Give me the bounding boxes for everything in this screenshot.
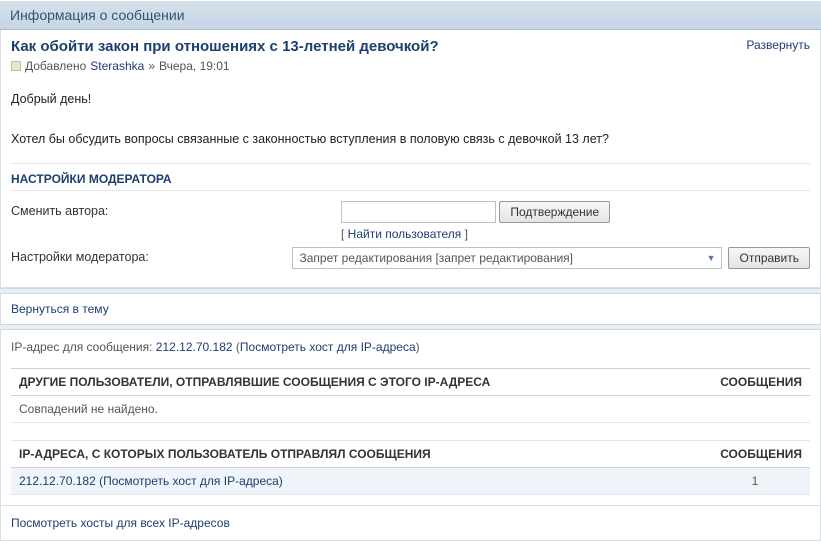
- moderator-block: НАСТРОЙКИ МОДЕРАТОРА Сменить автора: Под…: [11, 163, 810, 269]
- return-link[interactable]: Вернуться в тему: [11, 302, 109, 316]
- mod-settings-value: Запрет редактирования [запрет редактиров…: [299, 251, 573, 265]
- expand-link[interactable]: Развернуть: [746, 38, 810, 52]
- author-link[interactable]: Sterashka: [90, 59, 144, 73]
- table-row: 212.12.70.182 (Посмотреть хост для IP-ад…: [11, 468, 810, 495]
- all-hosts-link[interactable]: Посмотреть хосты для всех IP-адресов: [11, 516, 230, 530]
- user-ips-header: IP-АДРЕСА, С КОТОРЫХ ПОЛЬЗОВАТЕЛЬ ОТПРАВ…: [11, 441, 700, 468]
- change-author-input[interactable]: [341, 201, 496, 223]
- mod-settings-row: Настройки модератора: Запрет редактирова…: [11, 247, 810, 269]
- post-section: Как обойти закон при отношениях с 13-лет…: [0, 30, 821, 288]
- mod-settings-label: Настройки модератора:: [11, 247, 292, 264]
- spacer-row: [11, 423, 810, 441]
- ip-row-link[interactable]: 212.12.70.182 (Посмотреть хост для IP-ад…: [19, 474, 283, 488]
- ip-address-link[interactable]: 212.12.70.182: [156, 340, 233, 354]
- ip-row-count: 1: [700, 468, 810, 495]
- table-row: Совпадений не найдено.: [11, 396, 810, 423]
- bracket-close: ]: [461, 227, 468, 241]
- col-messages-header-2: СООБЩЕНИЯ: [700, 441, 810, 468]
- submit-button[interactable]: Отправить: [728, 247, 810, 269]
- change-author-row: Сменить автора: Подтверждение [ Найти по…: [11, 201, 810, 241]
- mod-settings-select[interactable]: Запрет редактирования [запрет редактиров…: [292, 247, 722, 269]
- chevron-down-icon: ▼: [707, 253, 716, 263]
- empty-cell: [700, 396, 810, 423]
- col-messages-header: СООБЩЕНИЯ: [700, 369, 810, 396]
- ip-host-link[interactable]: Посмотреть хост для IP-адреса: [240, 340, 416, 354]
- post-icon: [11, 61, 21, 71]
- thread-title-link[interactable]: Как обойти закон при отношениях с 13-лет…: [11, 38, 439, 55]
- timestamp: Вчера, 19:01: [159, 59, 230, 73]
- post-greeting: Добрый день!: [11, 89, 810, 109]
- bottom-link-section: Посмотреть хосты для всех IP-адресов: [0, 506, 821, 541]
- thread-title: Как обойти закон при отношениях с 13-лет…: [11, 38, 439, 55]
- page-header: Информация о сообщении: [0, 0, 821, 30]
- bracket-open: [: [341, 227, 348, 241]
- moderator-heading: НАСТРОЙКИ МОДЕРАТОРА: [11, 172, 810, 191]
- find-user-link[interactable]: Найти пользователя: [348, 227, 462, 241]
- other-users-table: ДРУГИЕ ПОЛЬЗОВАТЕЛИ, ОТПРАВЛЯВШИЕ СООБЩЕ…: [11, 368, 810, 495]
- paren-close: ): [416, 340, 420, 354]
- other-users-header: ДРУГИЕ ПОЛЬЗОВАТЕЛИ, ОТПРАВЛЯВШИЕ СООБЩЕ…: [11, 369, 700, 396]
- ip-prefix: IP-адрес для сообщения:: [11, 340, 156, 354]
- ip-section: IP-адрес для сообщения: 212.12.70.182 (П…: [0, 330, 821, 506]
- post-body: Добрый день! Хотел бы обсудить вопросы с…: [11, 89, 810, 149]
- page-title: Информация о сообщении: [10, 7, 811, 23]
- change-author-label: Сменить автора:: [11, 201, 341, 218]
- no-matches-cell: Совпадений не найдено.: [11, 396, 700, 423]
- ip-line: IP-адрес для сообщения: 212.12.70.182 (П…: [11, 340, 810, 354]
- timestamp-sep: »: [148, 59, 155, 73]
- posted-prefix: Добавлено: [25, 59, 86, 73]
- post-content: Хотел бы обсудить вопросы связанные с за…: [11, 129, 810, 149]
- post-meta: Добавлено Sterashka » Вчера, 19:01: [11, 59, 810, 73]
- confirm-button[interactable]: Подтверждение: [499, 201, 610, 223]
- return-section: Вернуться в тему: [0, 294, 821, 324]
